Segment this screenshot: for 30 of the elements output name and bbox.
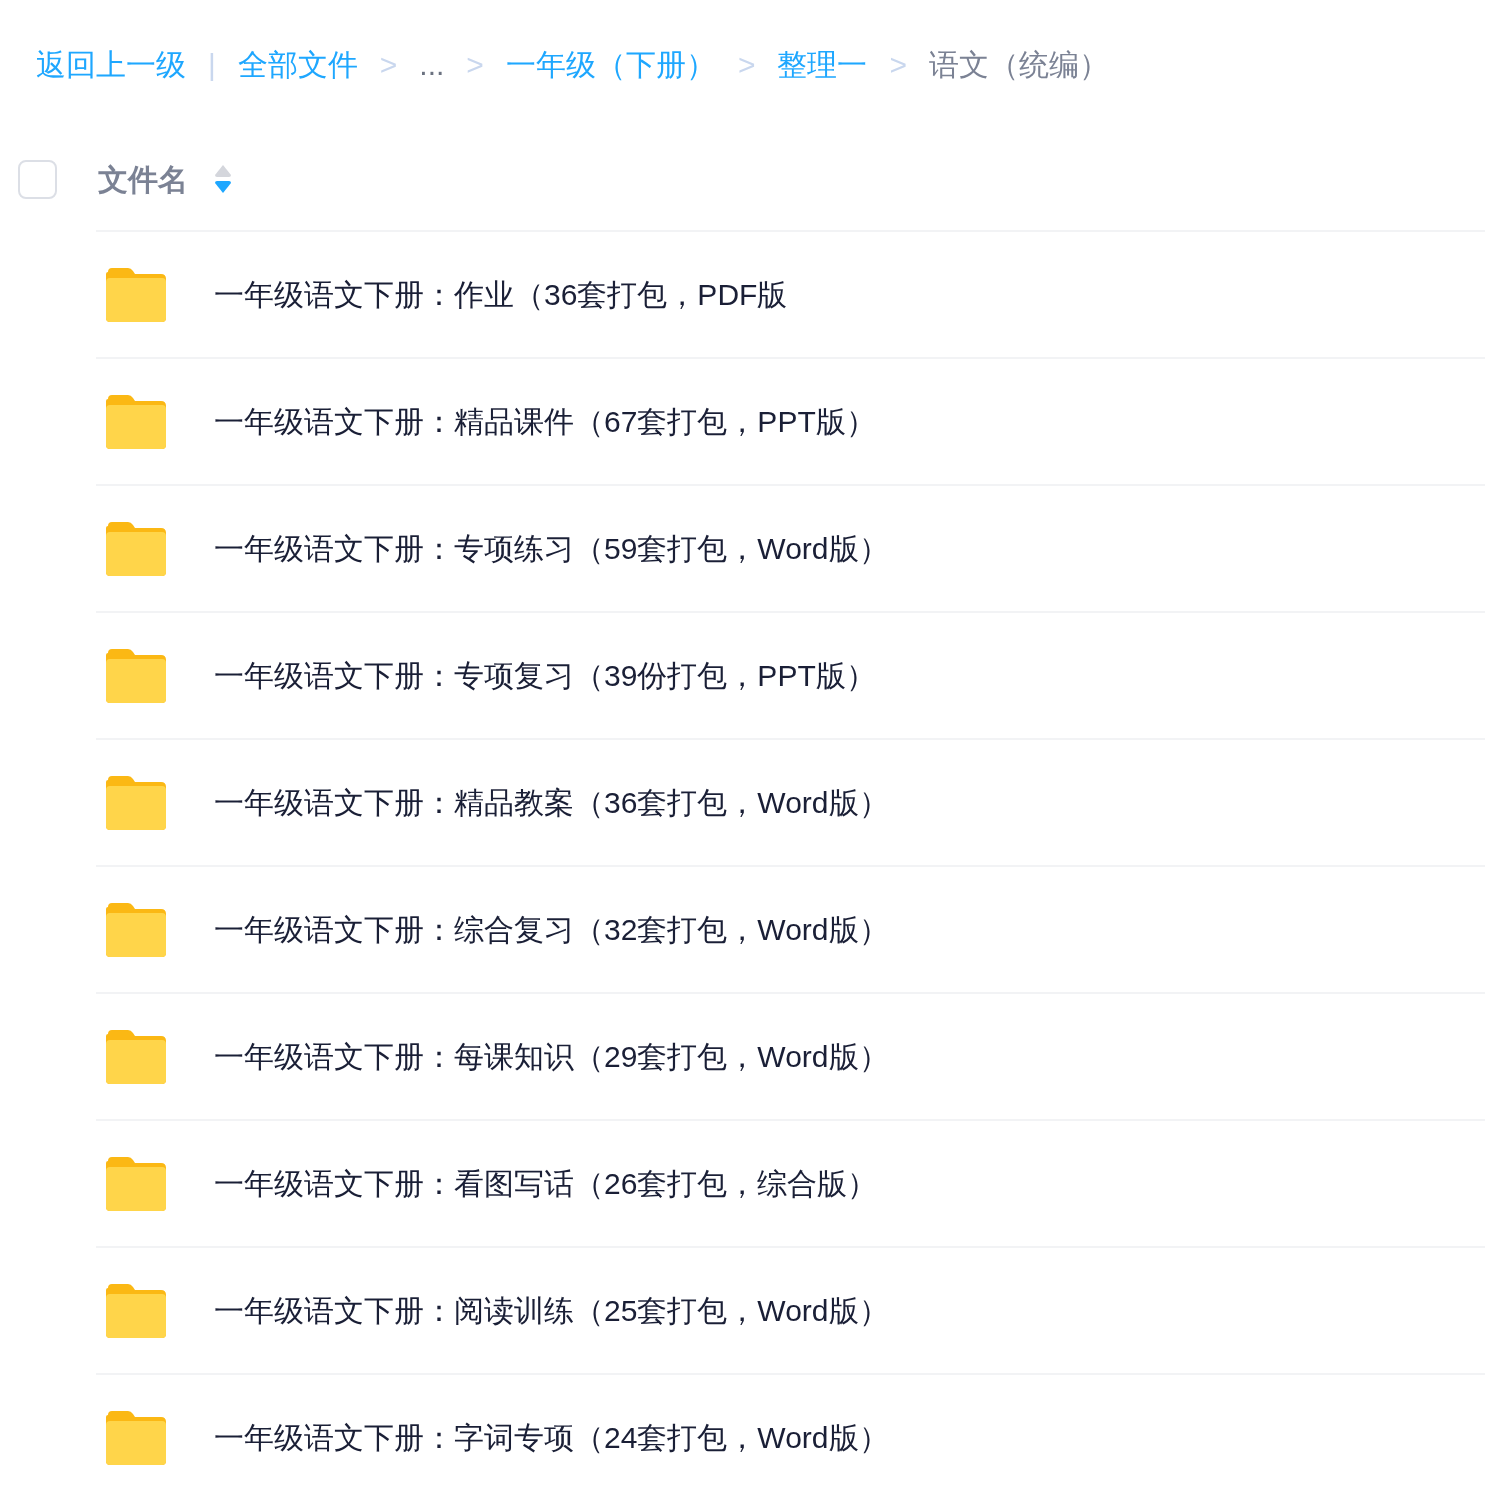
folder-name[interactable]: 一年级语文下册：作业（36套打包，PDF版 [214, 272, 788, 317]
folder-name[interactable]: 一年级语文下册：精品教案（36套打包，Word版） [214, 780, 889, 825]
folder-name[interactable]: 一年级语文下册：专项练习（59套打包，Word版） [214, 526, 889, 571]
folder-name[interactable]: 一年级语文下册：看图写话（26套打包，综合版） [214, 1161, 878, 1206]
breadcrumb-ellipsis[interactable]: ... [419, 41, 445, 87]
folder-icon [106, 1283, 166, 1338]
select-all-checkbox[interactable] [18, 159, 57, 199]
folder-icon [106, 267, 166, 322]
column-header[interactable]: 文件名 [98, 156, 188, 202]
folder-icon [106, 394, 166, 449]
folder-name[interactable]: 一年级语文下册：精品课件（67套打包，PPT版） [214, 399, 876, 444]
folder-icon [106, 648, 166, 703]
folder-name[interactable]: 一年级语文下册：字词专项（24套打包，Word版） [214, 1415, 889, 1460]
folder-icon [106, 1029, 166, 1084]
folder-name[interactable]: 一年级语文下册：阅读训练（25套打包，Word版） [214, 1288, 889, 1333]
folder-icon [106, 1156, 166, 1211]
folder-icon [106, 902, 166, 957]
separator: > [466, 46, 484, 83]
folder-icon [106, 775, 166, 830]
folder-name[interactable]: 一年级语文下册：综合复习（32套打包，Word版） [214, 907, 889, 952]
breadcrumb-current: 语文（统编） [928, 46, 1109, 83]
separator: > [379, 46, 398, 83]
folder-name[interactable]: 一年级语文下册：专项复习（39份打包，PPT版） [214, 653, 876, 698]
folder-name[interactable]: 一年级语文下册：每课知识（29套打包，Word版） [214, 1034, 889, 1079]
separator: | [208, 46, 216, 83]
separator: > [889, 46, 907, 83]
folder-icon [106, 521, 166, 576]
separator: > [737, 46, 756, 83]
sort-icon[interactable] [214, 164, 232, 194]
folder-icon [106, 1410, 166, 1465]
